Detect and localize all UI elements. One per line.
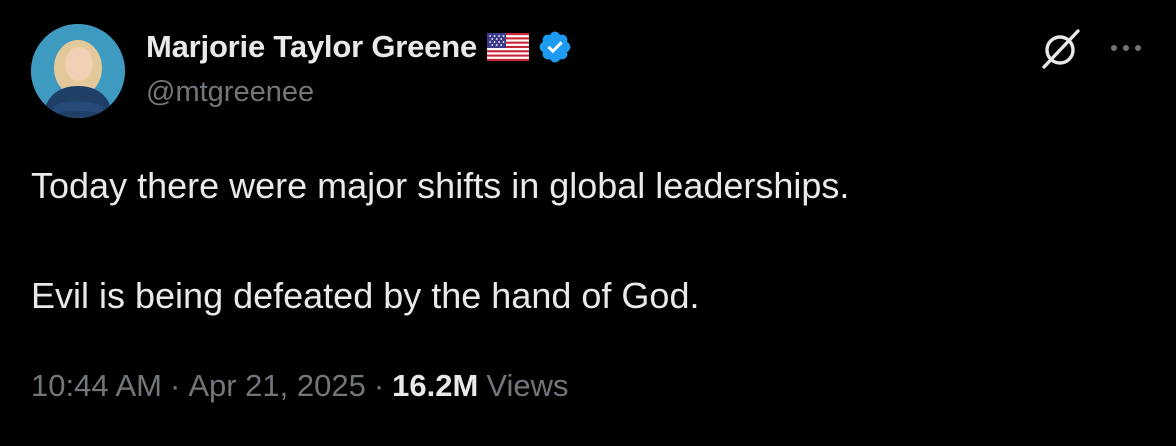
avatar[interactable]: [31, 24, 125, 118]
meta-separator: ·: [373, 368, 385, 403]
verified-icon[interactable]: [537, 29, 573, 65]
tweet-date[interactable]: Apr 21, 2025: [188, 368, 366, 404]
tweet-text: Today there were major shifts in global …: [31, 160, 1141, 322]
views-count[interactable]: 16.2M: [392, 368, 478, 404]
meta-separator: ·: [169, 368, 181, 403]
tweet-paragraph: Today there were major shifts in global …: [31, 165, 850, 206]
handle[interactable]: @mtgreenee: [146, 76, 573, 109]
avatar-image: [31, 24, 125, 118]
tweet-time[interactable]: 10:44 AM: [31, 368, 162, 404]
author-block: Marjorie Taylor Greene @mtgreenee: [146, 24, 573, 109]
tweet-card: Marjorie Taylor Greene @mtgreenee Today …: [0, 0, 1176, 446]
grok-icon[interactable]: [1038, 26, 1084, 72]
display-name[interactable]: Marjorie Taylor Greene: [146, 29, 477, 65]
tweet-paragraph: Evil is being defeated by the hand of Go…: [31, 275, 700, 316]
us-flag-icon: [486, 33, 529, 61]
views-label: Views: [486, 368, 569, 403]
tweet-meta: 10:44 AM · Apr 21, 2025 · 16.2M Views: [31, 368, 568, 404]
name-row: Marjorie Taylor Greene: [146, 24, 573, 70]
more-options-icon[interactable]: [1106, 36, 1146, 60]
